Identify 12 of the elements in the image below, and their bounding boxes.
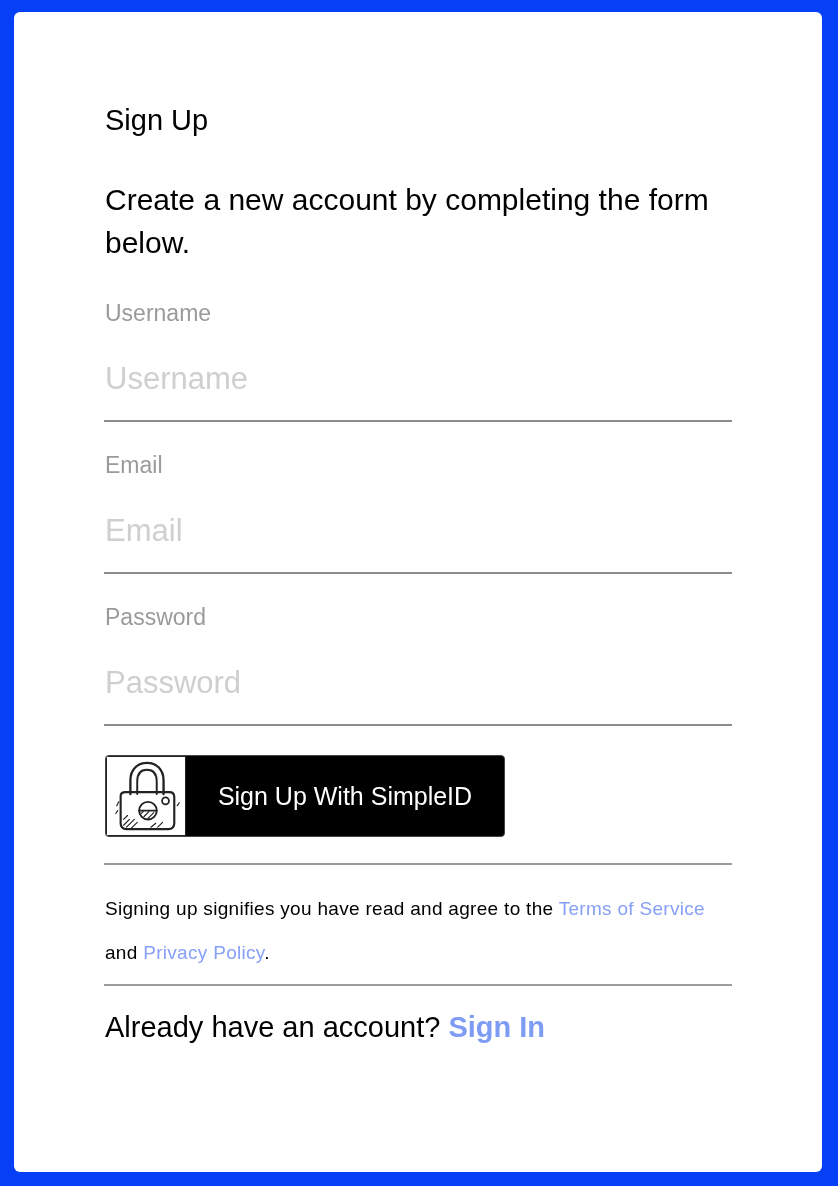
padlock-icon — [106, 756, 186, 836]
signin-prompt: Already have an account? Sign In — [105, 1010, 546, 1045]
simpleid-signup-button[interactable]: Sign Up With SimpleID — [105, 755, 505, 837]
signin-link[interactable]: Sign In — [448, 1011, 546, 1043]
terms-text: Signing up signifies you have read and agree to the Terms of Service and Privacy Policy. — [105, 897, 706, 965]
field-label: Password — [105, 603, 206, 632]
field-label: Email — [105, 451, 163, 480]
terms-link[interactable]: Terms of Service — [558, 898, 705, 919]
field-label: Username — [105, 299, 212, 328]
privacy-link[interactable]: Privacy Policy — [143, 942, 265, 963]
form-title: Sign Up — [105, 103, 209, 138]
intro-text: Create a new account by completing the form below. — [105, 182, 710, 261]
